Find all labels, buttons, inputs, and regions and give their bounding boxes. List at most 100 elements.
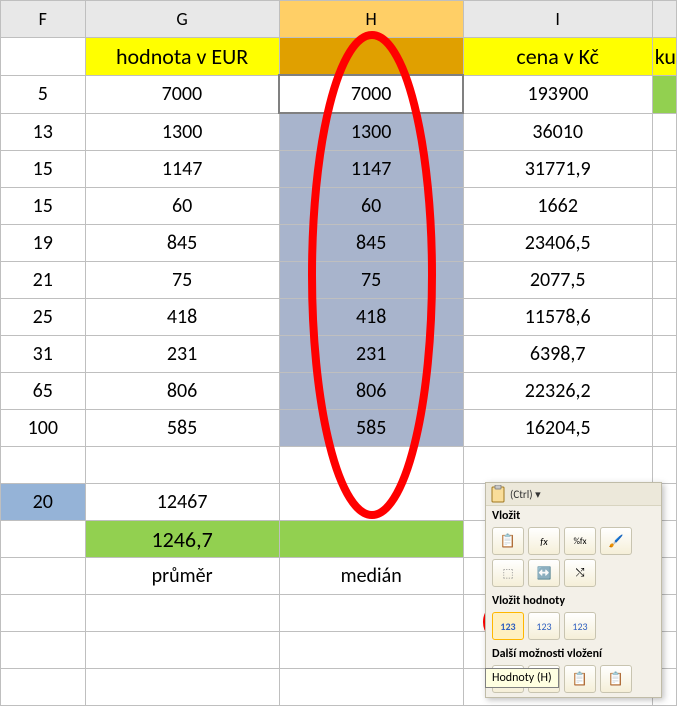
cell[interactable]: 7000 bbox=[279, 75, 463, 113]
cell[interactable] bbox=[652, 113, 676, 151]
cell[interactable]: 75 bbox=[85, 262, 279, 299]
table-row: 15 60 60 1662 bbox=[1, 188, 677, 225]
cell[interactable] bbox=[652, 299, 676, 336]
cell[interactable]: 418 bbox=[85, 299, 279, 336]
cell[interactable] bbox=[85, 595, 279, 632]
pct-fx-icon: %fx bbox=[573, 536, 586, 547]
col-header-J[interactable] bbox=[652, 1, 676, 38]
cell[interactable]: 231 bbox=[279, 336, 463, 373]
width-icon: ↔️ bbox=[537, 566, 552, 581]
cell[interactable] bbox=[652, 188, 676, 225]
cell-label-median[interactable]: medián bbox=[279, 558, 463, 595]
cell-I-header[interactable]: cena v Kč bbox=[463, 38, 652, 76]
cell[interactable]: 845 bbox=[279, 225, 463, 262]
paste-other-3-button[interactable]: 📋 bbox=[564, 665, 596, 693]
cell[interactable]: 585 bbox=[85, 410, 279, 447]
cell[interactable] bbox=[279, 595, 463, 632]
cell-label-prumer[interactable]: průměr bbox=[85, 558, 279, 595]
paste-values-source-button[interactable]: 123 bbox=[564, 612, 596, 640]
paste-values-number-button[interactable]: 123 bbox=[528, 612, 560, 640]
cell[interactable]: 60 bbox=[279, 188, 463, 225]
cell[interactable]: 1662 bbox=[463, 188, 652, 225]
paste-formulas-number-button[interactable]: %fx bbox=[564, 527, 596, 555]
cell[interactable] bbox=[1, 595, 86, 632]
cell[interactable] bbox=[85, 632, 279, 669]
col-header-G[interactable]: G bbox=[85, 1, 279, 38]
cell[interactable] bbox=[1, 669, 86, 706]
cell[interactable] bbox=[279, 669, 463, 706]
cell[interactable] bbox=[463, 447, 652, 484]
cell[interactable]: 1300 bbox=[279, 113, 463, 151]
cell[interactable]: 19 bbox=[1, 225, 86, 262]
cell[interactable]: 1147 bbox=[279, 151, 463, 188]
paste-values-button[interactable]: 123 bbox=[492, 612, 524, 640]
cell[interactable]: 60 bbox=[85, 188, 279, 225]
cell-J-header[interactable]: ku bbox=[652, 38, 676, 76]
cell-count[interactable]: 20 bbox=[1, 484, 86, 521]
cell[interactable] bbox=[652, 373, 676, 410]
cell[interactable]: 75 bbox=[279, 262, 463, 299]
cell[interactable] bbox=[652, 262, 676, 299]
cell[interactable]: 21 bbox=[1, 262, 86, 299]
cell[interactable] bbox=[652, 75, 676, 113]
cell-H-header[interactable] bbox=[279, 38, 463, 76]
cell-G-header[interactable]: hodnota v EUR bbox=[85, 38, 279, 76]
cell[interactable]: 5 bbox=[1, 75, 86, 113]
cell[interactable]: 845 bbox=[85, 225, 279, 262]
cell[interactable]: 11578,6 bbox=[463, 299, 652, 336]
paste-noborders-button[interactable]: ⬚ bbox=[492, 559, 524, 587]
cell[interactable] bbox=[1, 447, 86, 484]
col-header-F[interactable]: F bbox=[1, 1, 86, 38]
cell[interactable] bbox=[652, 447, 676, 484]
cell[interactable]: 418 bbox=[279, 299, 463, 336]
paste-options-header[interactable]: (Ctrl) ▾ bbox=[486, 483, 661, 506]
cell[interactable] bbox=[652, 151, 676, 188]
cell-sum[interactable]: 12467 bbox=[85, 484, 279, 521]
cell[interactable]: 13 bbox=[1, 113, 86, 151]
cell-avg[interactable]: 1246,7 bbox=[85, 521, 279, 558]
cell[interactable]: 585 bbox=[279, 410, 463, 447]
cell[interactable]: 7000 bbox=[85, 75, 279, 113]
cell[interactable]: 2077,5 bbox=[463, 262, 652, 299]
cell[interactable]: 1300 bbox=[85, 113, 279, 151]
col-header-H[interactable]: H bbox=[279, 1, 463, 38]
paste-other-4-button[interactable]: 📋 bbox=[600, 665, 632, 693]
cell[interactable]: 806 bbox=[85, 373, 279, 410]
cell[interactable] bbox=[279, 521, 463, 558]
cell[interactable]: 6398,7 bbox=[463, 336, 652, 373]
cell[interactable] bbox=[1, 521, 86, 558]
cell[interactable] bbox=[85, 447, 279, 484]
cell[interactable]: 100 bbox=[1, 410, 86, 447]
cell[interactable]: 36010 bbox=[463, 113, 652, 151]
cell[interactable]: 23406,5 bbox=[463, 225, 652, 262]
cell[interactable]: 231 bbox=[85, 336, 279, 373]
cell[interactable] bbox=[652, 225, 676, 262]
cell[interactable] bbox=[85, 669, 279, 706]
cell[interactable]: 1147 bbox=[85, 151, 279, 188]
cell[interactable] bbox=[279, 447, 463, 484]
cell[interactable]: 25 bbox=[1, 299, 86, 336]
cell[interactable]: 15 bbox=[1, 188, 86, 225]
cell[interactable] bbox=[652, 336, 676, 373]
paste-colwidths-button[interactable]: ↔️ bbox=[528, 559, 560, 587]
cell-F-header[interactable] bbox=[1, 38, 86, 76]
col-header-I[interactable]: I bbox=[463, 1, 652, 38]
cell[interactable]: 31771,9 bbox=[463, 151, 652, 188]
cell[interactable] bbox=[279, 484, 463, 521]
cell[interactable]: 193900 bbox=[463, 75, 652, 113]
cell[interactable]: 22326,2 bbox=[463, 373, 652, 410]
cell[interactable] bbox=[1, 632, 86, 669]
paste-formulas-button[interactable]: fx bbox=[528, 527, 560, 555]
cell[interactable]: 65 bbox=[1, 373, 86, 410]
paste-formatting-button[interactable]: 🖌️ bbox=[600, 527, 632, 555]
cell[interactable]: 806 bbox=[279, 373, 463, 410]
cell[interactable]: 15 bbox=[1, 151, 86, 188]
values-123-icon: 123 bbox=[500, 620, 515, 633]
cell[interactable]: 31 bbox=[1, 336, 86, 373]
cell[interactable] bbox=[1, 558, 86, 595]
cell[interactable] bbox=[652, 410, 676, 447]
cell[interactable]: 16204,5 bbox=[463, 410, 652, 447]
paste-transpose-button[interactable]: ⤭ bbox=[564, 559, 596, 587]
paste-all-button[interactable]: 📋 bbox=[492, 527, 524, 555]
cell[interactable] bbox=[279, 632, 463, 669]
